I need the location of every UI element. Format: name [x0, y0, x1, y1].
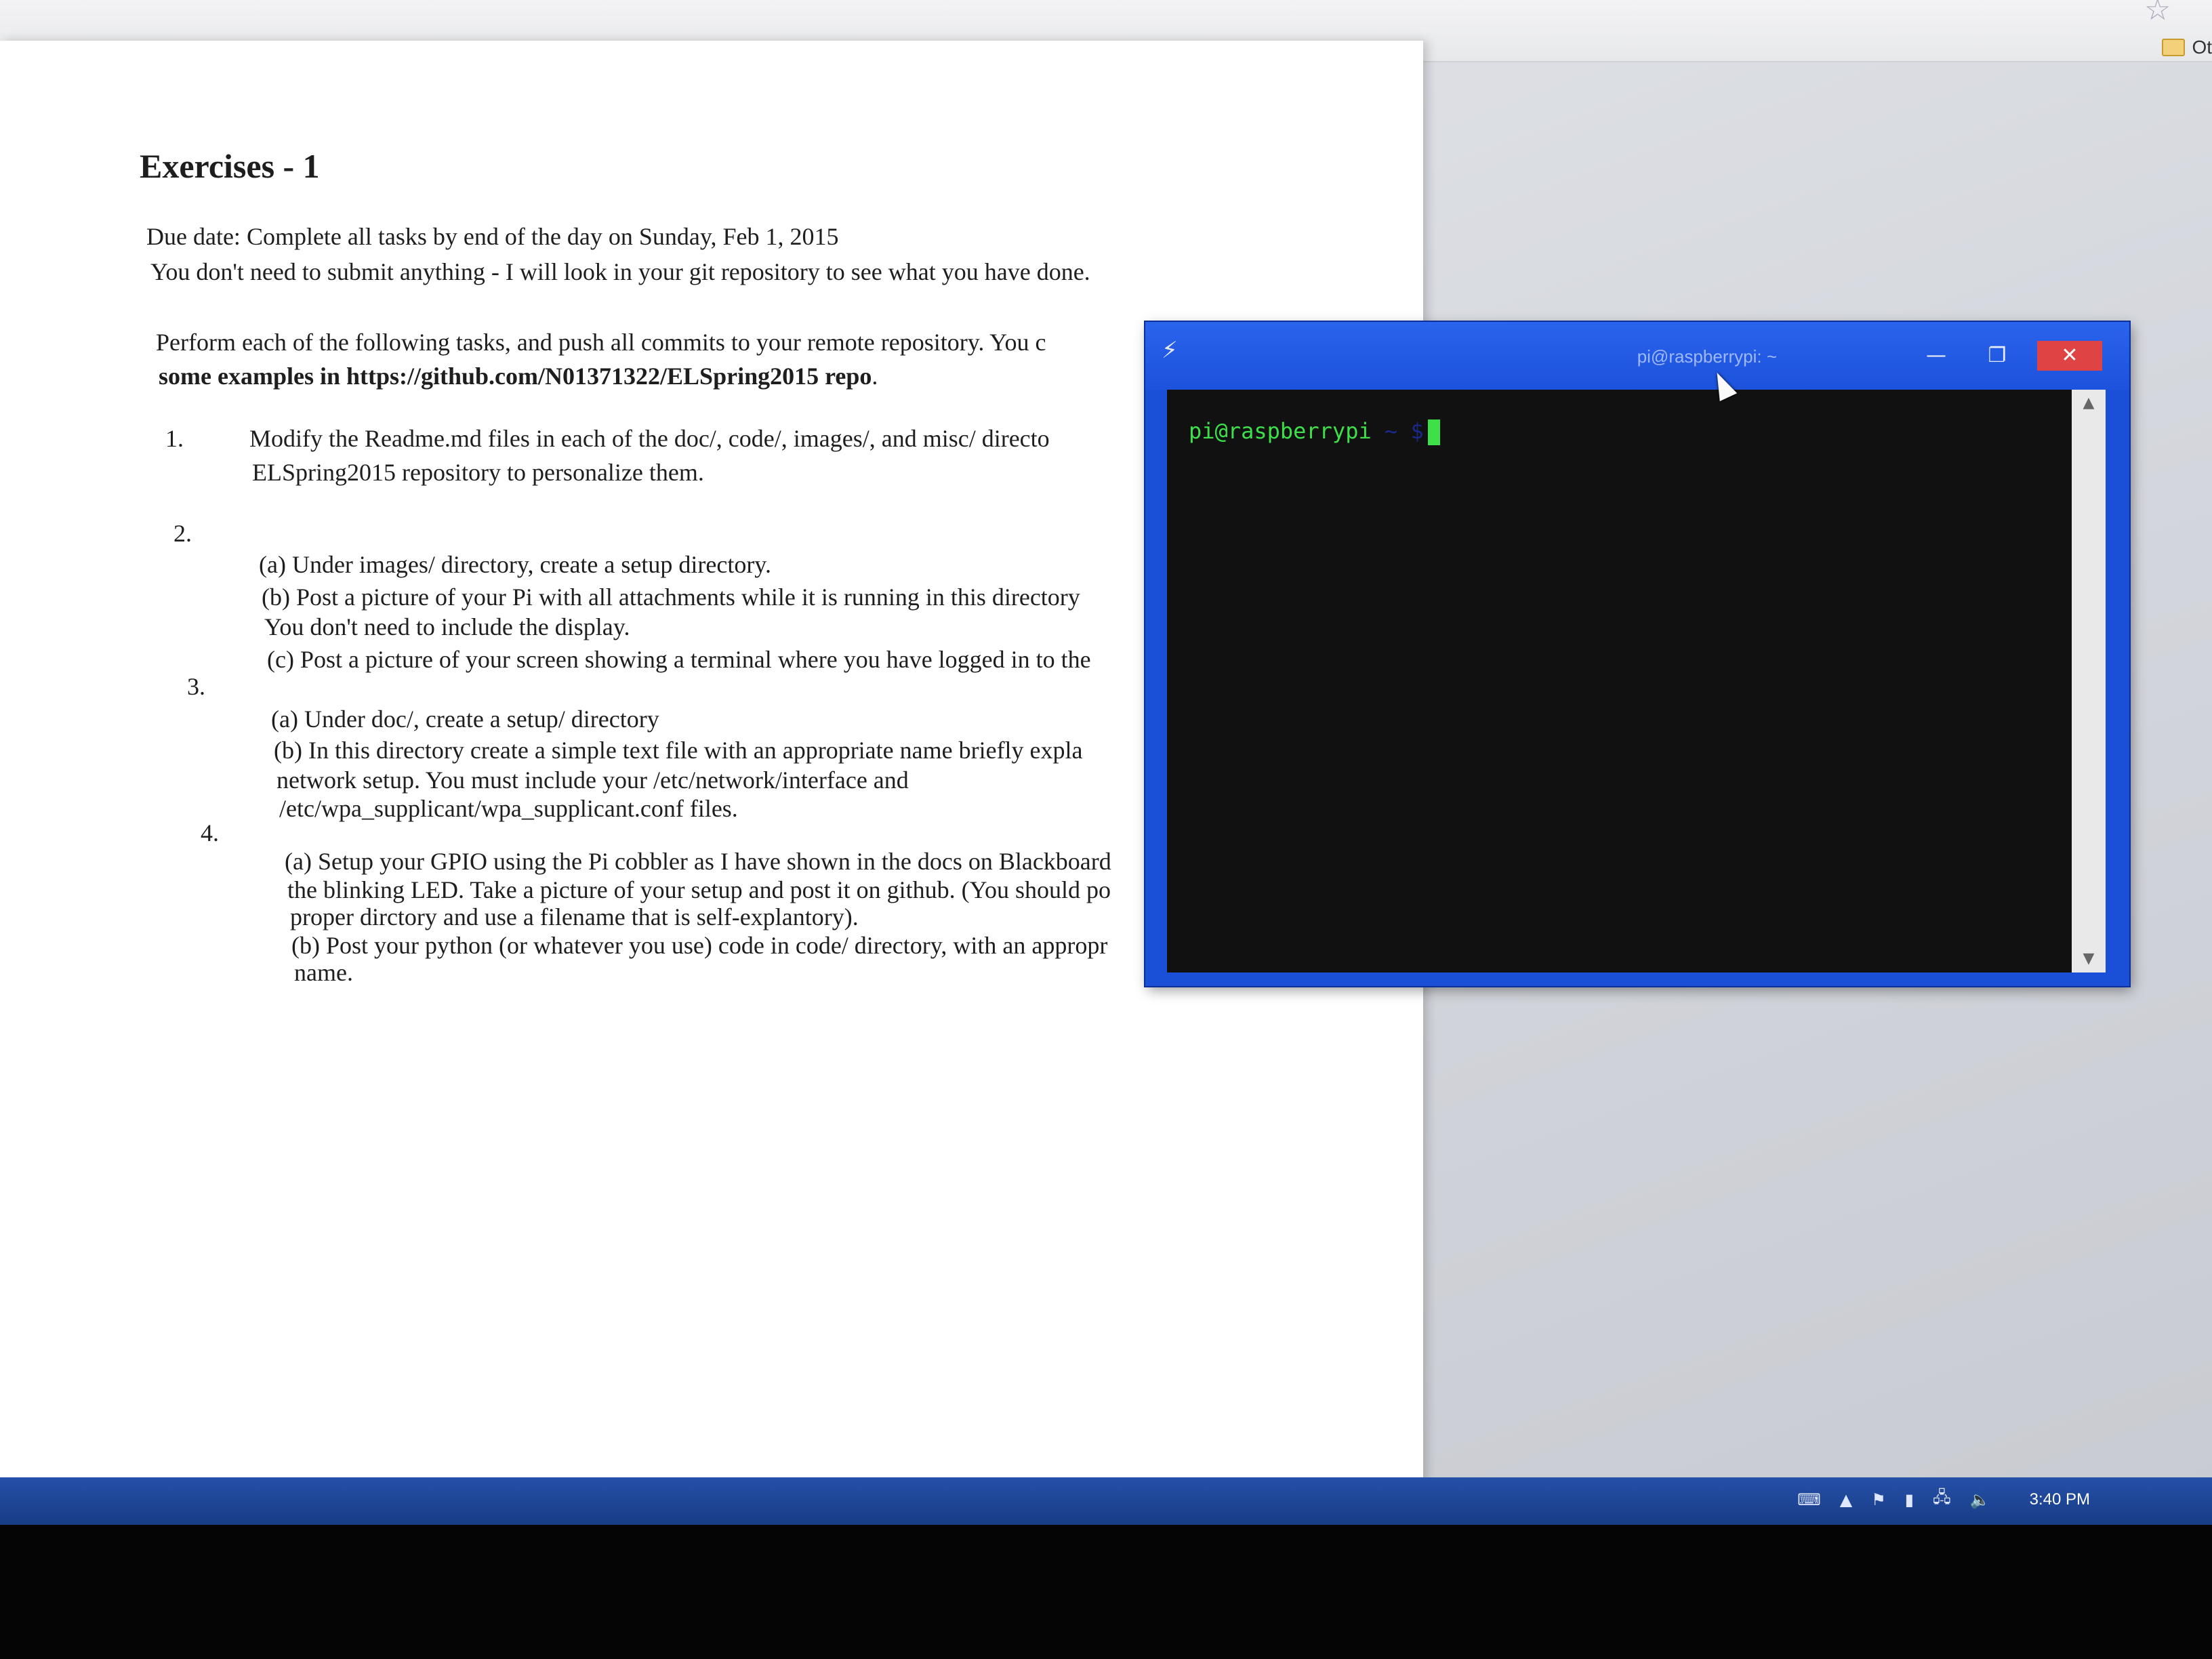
item-4-line-4: (b) Post your python (or whatever you us…	[291, 932, 1108, 959]
close-button[interactable]: ✕	[2037, 341, 2102, 371]
clock[interactable]: 3:40 PM	[2030, 1490, 2090, 1509]
item-3-line-1: (a) Under doc/, create a setup/ director…	[271, 705, 659, 733]
power-icon[interactable]: ▮	[1905, 1490, 1914, 1509]
prompt-path: ~ $	[1371, 418, 1424, 444]
item-number: 2.	[173, 520, 192, 547]
scroll-up-icon[interactable]: ▲	[2072, 390, 2106, 417]
document-title: Exercises - 1	[140, 147, 320, 185]
item-4-line-5: name.	[294, 959, 353, 986]
item-number: 1.	[165, 425, 184, 452]
item-4-line-3: proper dirctory and use a filename that …	[290, 903, 859, 930]
bookmark-other[interactable]: Ot	[2162, 34, 2212, 61]
shell-prompt: pi@raspberrypi ~ $	[1189, 418, 1440, 445]
submit-note-line: You don't need to submit anything - I wi…	[150, 258, 1090, 285]
terminal-scrollbar[interactable]: ▲ ▼	[2072, 390, 2106, 972]
prompt-user-host: pi@raspberrypi	[1189, 418, 1372, 444]
terminal-title: pi@raspberrypi: ~	[1637, 346, 1777, 367]
text-cursor	[1427, 419, 1440, 445]
item-1-line-1: Modify the Readme.md files in each of th…	[249, 425, 1050, 452]
action-center-flag-icon[interactable]: ⚑	[1871, 1490, 1886, 1509]
maximize-button[interactable]: ❐	[1973, 341, 2021, 371]
item-1-line-2: ELSpring2015 repository to personalize t…	[252, 459, 704, 486]
item-2-line-3: You don't need to include the display.	[264, 613, 630, 640]
minimize-button[interactable]: —	[1912, 341, 1960, 371]
item-4-line-1: (a) Setup your GPIO using the Pi cobbler…	[285, 848, 1111, 875]
item-2-line-1: (a) Under images/ directory, create a se…	[259, 551, 771, 578]
volume-icon[interactable]: 🔈	[1970, 1490, 1990, 1509]
intro-examples-line: some examples in https://github.com/N013…	[159, 363, 878, 390]
item-3-line-2: (b) In this directory create a simple te…	[274, 737, 1083, 764]
item-3-line-4: /etc/wpa_supplicant/wpa_supplicant.conf …	[279, 795, 738, 822]
item-3-line-3: network setup. You must include your /et…	[276, 766, 909, 794]
terminal-window[interactable]: ⚡ pi@raspberrypi: ~ — ❐ ✕ pi@raspberrypi…	[1145, 322, 2129, 986]
scroll-down-icon[interactable]: ▼	[2072, 945, 2106, 972]
examples-link-text[interactable]: some examples in https://github.com/N013…	[159, 363, 872, 390]
bookmark-label: Ot	[2192, 37, 2212, 58]
item-4-line-2: the blinking LED. Take a picture of your…	[287, 876, 1111, 903]
show-hidden-icon[interactable]: ▲	[1840, 1490, 1852, 1509]
screen: ☆ Ot Exercises - 1 Due date: Complete al…	[0, 0, 2212, 1525]
terminal-titlebar[interactable]: ⚡ pi@raspberrypi: ~ — ❐ ✕	[1145, 322, 2129, 390]
taskbar: ⌨ ▲ ⚑ ▮ 🖧 🔈 3:40 PM	[0, 1477, 2212, 1525]
system-tray: ⌨ ▲ ⚑ ▮ 🖧 🔈 3:40 PM	[1797, 1486, 2090, 1513]
keyboard-icon[interactable]: ⌨	[1797, 1490, 1821, 1509]
intro-line: Perform each of the following tasks, and…	[156, 329, 1046, 356]
terminal-output[interactable]: pi@raspberrypi ~ $	[1167, 390, 2072, 972]
due-date-line: Due date: Complete all tasks by end of t…	[146, 223, 839, 250]
item-2-line-4: (c) Post a picture of your screen showin…	[267, 646, 1091, 673]
item-2-line-2: (b) Post a picture of your Pi with all a…	[262, 583, 1080, 611]
monitor-bezel	[0, 1525, 2212, 1659]
putty-icon[interactable]: ⚡	[1162, 337, 1189, 364]
folder-icon	[2162, 39, 2186, 56]
network-icon[interactable]: 🖧	[1933, 1486, 1951, 1513]
item-number: 3.	[187, 673, 205, 700]
item-number: 4.	[201, 819, 219, 846]
star-icon[interactable]: ☆	[2144, 0, 2185, 25]
